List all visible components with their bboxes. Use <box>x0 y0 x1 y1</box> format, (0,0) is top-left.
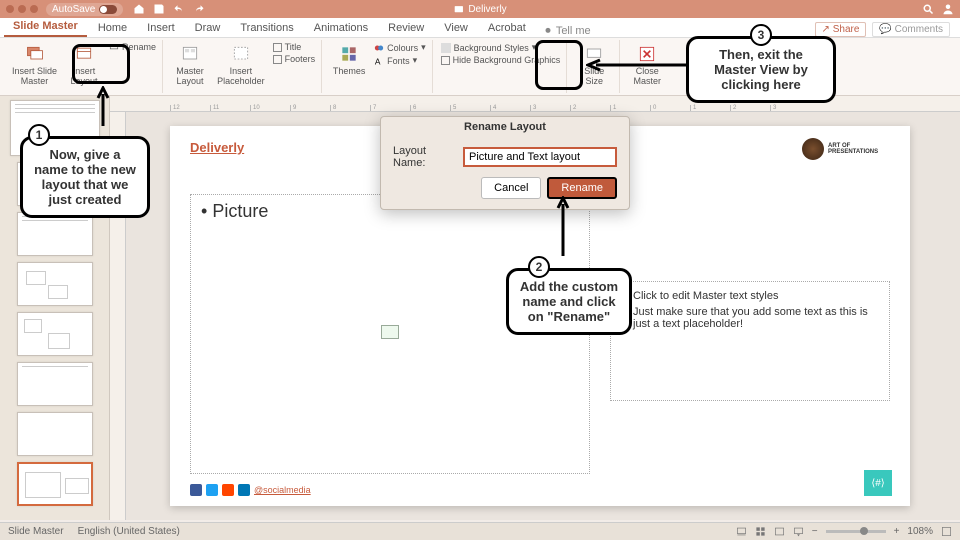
social-handle[interactable]: @socialmedia <box>254 485 311 495</box>
quick-access-toolbar <box>133 3 205 15</box>
zoom-out-button[interactable]: − <box>812 526 818 537</box>
zoom-level[interactable]: 108% <box>907 526 933 537</box>
callout-3: Then, exit the Master View by clicking h… <box>686 36 836 103</box>
rename-button[interactable]: Rename <box>109 42 156 52</box>
slide-footer: @socialmedia <box>190 484 311 496</box>
zoom-in-button[interactable]: + <box>894 526 900 537</box>
cancel-button[interactable]: Cancel <box>481 177 541 199</box>
titlebar: AutoSave Deliverly <box>0 0 960 18</box>
arrow-2 <box>556 196 570 256</box>
themes-button[interactable]: Themes <box>330 42 368 78</box>
fonts-icon: A <box>374 56 384 66</box>
redo-icon[interactable] <box>193 3 205 15</box>
placeholder-icon <box>231 44 251 64</box>
step-badge-1: 1 <box>28 124 50 146</box>
thumb-layout[interactable] <box>17 312 93 356</box>
thumb-layout[interactable] <box>17 262 93 306</box>
thumb-layout[interactable] <box>17 412 93 456</box>
tab-slide-master[interactable]: Slide Master <box>4 17 87 37</box>
tell-me[interactable]: Tell me <box>543 25 591 37</box>
master-layout-icon <box>180 44 200 64</box>
normal-view-icon[interactable] <box>755 526 766 537</box>
fit-to-window-icon[interactable] <box>941 526 952 537</box>
tab-transitions[interactable]: Transitions <box>231 19 302 37</box>
bg-styles-icon <box>441 43 451 53</box>
reading-view-icon[interactable] <box>774 526 785 537</box>
thumb-layout[interactable] <box>17 212 93 256</box>
save-icon[interactable] <box>153 3 165 15</box>
bulb-icon <box>543 26 553 36</box>
slide-master-icon <box>25 44 45 64</box>
share-button[interactable]: ↗ Share <box>815 22 867 37</box>
master-layout-button[interactable]: Master Layout <box>171 42 209 88</box>
background-styles-dropdown[interactable]: Background Styles ▾ <box>441 42 561 53</box>
themes-icon <box>339 44 359 64</box>
arrow-1 <box>96 86 110 126</box>
notes-view-icon[interactable] <box>736 526 747 537</box>
insert-layout-button[interactable]: Insert Layout <box>65 42 103 88</box>
slideshow-icon[interactable] <box>793 526 804 537</box>
user-icon[interactable] <box>942 3 954 15</box>
autosave-label: AutoSave <box>52 4 95 15</box>
callout-2: Add the custom name and click on "Rename… <box>506 268 632 335</box>
footers-checkbox[interactable]: Footers <box>273 54 316 64</box>
hide-bg-checkbox[interactable]: Hide Background Graphics <box>441 55 561 65</box>
image-icon <box>381 325 399 339</box>
search-icon[interactable] <box>922 3 934 15</box>
window-controls[interactable] <box>6 5 38 13</box>
titlebar-right <box>922 3 954 15</box>
colours-icon <box>374 43 384 53</box>
callout-1: Now, give a name to the new layout that … <box>20 136 150 218</box>
ribbon-group-edit-theme: Themes Colours ▾ AFonts ▾ <box>324 40 433 93</box>
status-language[interactable]: English (United States) <box>78 526 180 537</box>
tab-draw[interactable]: Draw <box>186 19 230 37</box>
dialog-title: Rename Layout <box>381 117 629 137</box>
autosave-toggle[interactable]: AutoSave <box>46 3 123 16</box>
document-title: Deliverly <box>453 4 506 15</box>
rename-icon <box>109 42 119 52</box>
text-ph-line: Click to edit Master text styles <box>633 290 881 302</box>
insert-placeholder-button[interactable]: Insert Placeholder <box>215 42 267 88</box>
brand-title: Deliverly <box>190 140 244 155</box>
tab-view[interactable]: View <box>435 19 477 37</box>
step-badge-2: 2 <box>528 256 550 278</box>
zoom-slider[interactable] <box>826 530 886 533</box>
layout-name-input[interactable] <box>463 147 617 167</box>
tab-insert[interactable]: Insert <box>138 19 184 37</box>
layout-icon <box>74 44 94 64</box>
colours-dropdown[interactable]: Colours ▾ <box>374 42 426 53</box>
undo-icon[interactable] <box>173 3 185 15</box>
hash-badge: ⟨#⟩ <box>864 470 892 496</box>
thumb-layout-selected[interactable] <box>17 462 93 506</box>
step-badge-3: 3 <box>750 24 772 46</box>
ribbon-group-master-layout: Master Layout Insert Placeholder Title F… <box>165 40 322 93</box>
insert-slide-master-button[interactable]: Insert Slide Master <box>10 42 59 88</box>
text-placeholder[interactable]: Click to edit Master text styles Just ma… <box>610 281 890 401</box>
logo: ART OF PRESENTATIONS <box>802 136 892 162</box>
tab-review[interactable]: Review <box>379 19 433 37</box>
home-icon[interactable] <box>133 3 145 15</box>
text-ph-line: Just make sure that you add some text as… <box>633 306 881 330</box>
rename-layout-dialog: Rename Layout Layout Name: Cancel Rename <box>380 116 630 210</box>
thumb-layout[interactable] <box>17 362 93 406</box>
ribbon-group-background: Background Styles ▾ Hide Background Grap… <box>435 40 568 93</box>
toggle-off-icon[interactable] <box>99 5 117 14</box>
ribbon-tabs: Slide Master Home Insert Draw Transition… <box>0 18 960 38</box>
comments-button[interactable]: 💬 Comments <box>872 22 950 37</box>
arrow-3 <box>586 58 686 72</box>
ribbon-group-edit-master: Insert Slide Master Insert Layout Rename <box>4 40 163 93</box>
tab-animations[interactable]: Animations <box>305 19 377 37</box>
layout-name-label: Layout Name: <box>393 145 455 169</box>
svg-text:A: A <box>375 56 381 66</box>
status-mode: Slide Master <box>8 526 64 537</box>
title-checkbox[interactable]: Title <box>273 42 316 52</box>
status-bar: Slide Master English (United States) − +… <box>0 522 960 540</box>
fonts-dropdown[interactable]: AFonts ▾ <box>374 55 426 66</box>
tab-home[interactable]: Home <box>89 19 136 37</box>
tab-acrobat[interactable]: Acrobat <box>479 19 535 37</box>
presentation-icon <box>453 4 464 15</box>
